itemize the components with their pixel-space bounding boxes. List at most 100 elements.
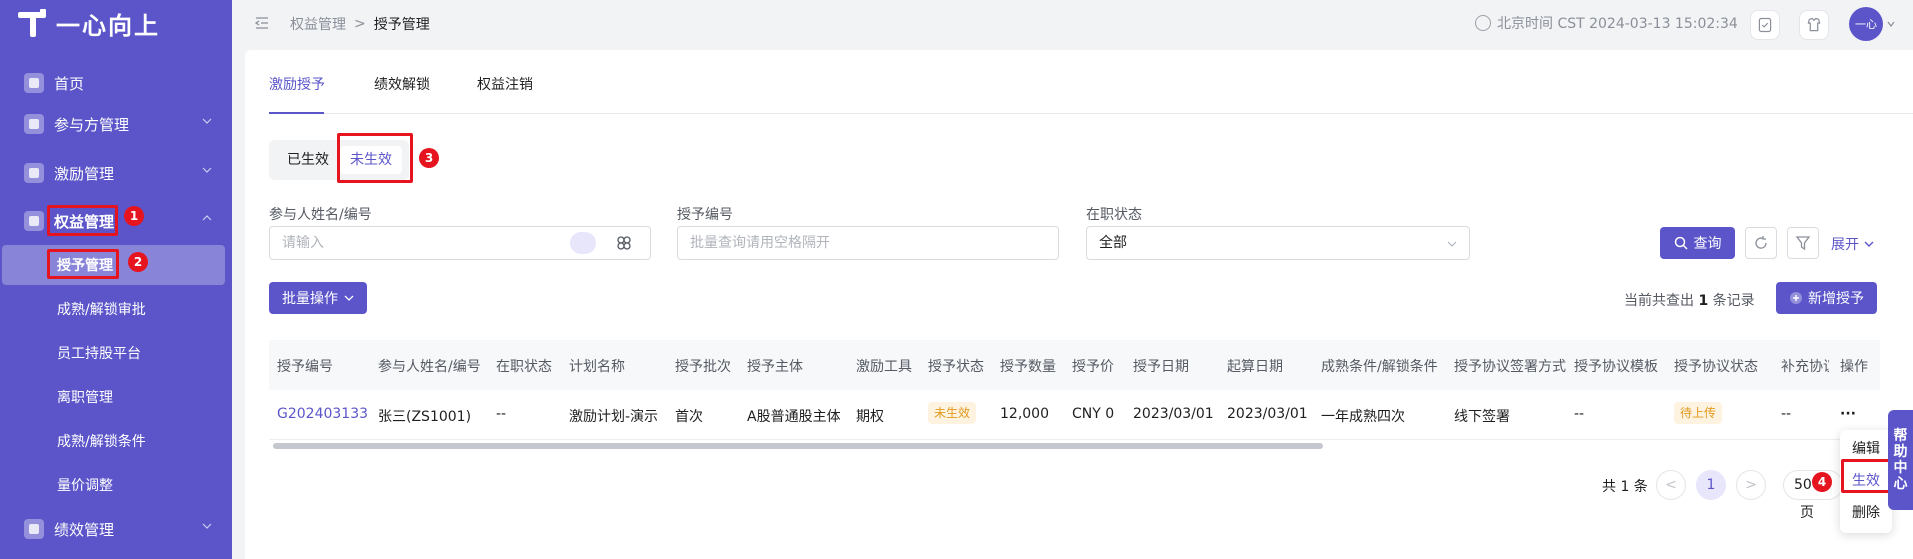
sidebar-item-label: 成熟/解锁条件 (57, 434, 146, 450)
cell-condition: 一年成熟四次 (1321, 409, 1405, 425)
breadcrumb-separator: > (354, 16, 366, 32)
tab-performance-unlock[interactable]: 绩效解锁 (374, 74, 430, 94)
query-button-label: 查询 (1693, 236, 1722, 252)
page-size-suffix: 页 (1800, 505, 1814, 521)
sidebar-item-label: 成熟/解锁审批 (57, 302, 146, 318)
chevron-down-icon (1864, 241, 1874, 247)
employment-label: 在职状态 (1086, 207, 1142, 223)
menu-item-delete[interactable]: 删除 (1840, 502, 1892, 522)
col-tool: 激励工具 (856, 359, 912, 375)
grant-no-label: 授予编号 (677, 207, 733, 223)
theme-button[interactable] (1799, 10, 1829, 40)
tab-incentive-grant[interactable]: 激励授予 (269, 74, 325, 94)
sidebar-item-label: 授予管理 (57, 258, 113, 274)
cell-batch: 首次 (675, 409, 703, 425)
col-employment: 在职状态 (496, 359, 552, 375)
breadcrumb-equity[interactable]: 权益管理 (290, 14, 346, 34)
sidebar-item-participants[interactable]: 参与方管理 (0, 106, 232, 142)
step-badge-3: 3 (419, 148, 439, 168)
link-icon[interactable] (616, 234, 632, 252)
tab-equity-cancel[interactable]: 权益注销 (477, 74, 533, 94)
chevron-down-icon (202, 523, 212, 529)
sidebar-item-resignation[interactable]: 离职管理 (0, 377, 232, 417)
incentive-icon (24, 163, 44, 183)
sidebar-item-label: 参与方管理 (54, 115, 130, 134)
scrollbar-thumb[interactable] (273, 443, 1323, 449)
reset-button[interactable] (1745, 227, 1777, 259)
expand-link[interactable]: 展开 (1831, 234, 1875, 254)
cell-grant-date: 2023/03/01 (1133, 406, 1214, 422)
segment-not-effective[interactable]: 未生效 (340, 146, 402, 174)
fuzzy-search-icon[interactable] (570, 232, 596, 254)
add-grant-button[interactable]: 新增授予 (1776, 282, 1877, 314)
employment-select[interactable]: 全部 (1086, 226, 1470, 260)
logo-icon (18, 9, 46, 37)
status-badge: 未生效 (928, 402, 977, 424)
sidebar-item-performance[interactable]: 绩效管理 (0, 511, 232, 547)
col-grant-date: 授予日期 (1133, 359, 1189, 375)
menu-item-activate[interactable]: 生效 (1840, 470, 1892, 490)
step-badge-1: 1 (124, 206, 144, 226)
sidebar-item-label: 绩效管理 (54, 520, 115, 539)
clipboard-icon (1758, 17, 1772, 33)
grant-no-input[interactable]: 批量查询请用空格隔开 (677, 226, 1059, 260)
pager-next-button[interactable]: > (1736, 470, 1766, 500)
clock: 北京时间 CST 2024-03-13 15:02:34 (1475, 13, 1738, 33)
filter-button[interactable] (1787, 227, 1819, 259)
cell-grant-no[interactable]: G202403133 (277, 406, 368, 422)
avatar[interactable]: 一心 (1849, 7, 1883, 41)
employment-value: 全部 (1099, 235, 1127, 251)
search-icon (1674, 236, 1688, 250)
action-dropdown-menu: 编辑 生效 删除 (1840, 430, 1892, 533)
col-supplement: 补充协议 (1781, 359, 1829, 375)
records-count: 1 (1698, 293, 1709, 309)
performance-icon (24, 519, 44, 539)
batch-operation-button[interactable]: 批量操作 (269, 282, 367, 314)
help-char: 助 (1893, 444, 1908, 460)
participants-icon (24, 114, 44, 134)
sidebar-item-label: 激励管理 (54, 164, 115, 183)
horizontal-scrollbar[interactable] (269, 442, 1880, 450)
sidebar-item-incentive[interactable]: 激励管理 (0, 155, 232, 191)
cell-sign-method: 线下签署 (1454, 409, 1510, 425)
sidebar-item-home[interactable]: 首页 (0, 65, 232, 101)
cell-quantity: 12,000 (1000, 406, 1049, 422)
query-button[interactable]: 查询 (1660, 227, 1735, 259)
records-prefix: 当前共查出 (1624, 293, 1694, 309)
shirt-icon (1807, 17, 1821, 32)
menu-item-edit[interactable]: 编辑 (1840, 438, 1892, 458)
cell-tool: 期权 (856, 409, 884, 425)
breadcrumb: 权益管理 > 授予管理 (290, 14, 430, 34)
segment-effective[interactable]: 已生效 (277, 146, 339, 174)
collapse-menu-icon[interactable] (254, 15, 270, 31)
table-header: 授予编号 参与人姓名/编号 在职状态 计划名称 授予批次 授予主体 激励工具 授… (269, 340, 1880, 390)
home-icon (24, 73, 44, 93)
help-center-tab[interactable]: 帮 助 中 心 (1888, 410, 1913, 510)
sidebar-item-vesting-approval[interactable]: 成熟/解锁审批 (0, 289, 232, 329)
expand-link-label: 展开 (1831, 237, 1859, 253)
sidebar-item-esop-platform[interactable]: 员工持股平台 (0, 333, 232, 373)
pager-total: 共 1 条 (1602, 479, 1648, 495)
plus-circle-icon (1790, 292, 1802, 304)
help-char: 中 (1893, 460, 1908, 476)
col-grant-no: 授予编号 (277, 359, 333, 375)
sidebar-item-vesting-conditions[interactable]: 成熟/解锁条件 (0, 421, 232, 461)
cell-start-date: 2023/03/01 (1227, 406, 1308, 422)
sidebar-item-grant[interactable]: 授予管理 (2, 245, 225, 285)
participant-input[interactable]: 请输入 (269, 226, 651, 260)
chevron-up-icon (202, 215, 212, 221)
cell-participant: 张三(ZS1001) (378, 409, 472, 425)
step-badge-4: 4 (1812, 472, 1832, 492)
sidebar-item-price-adjust[interactable]: 量价调整 (0, 465, 232, 505)
help-char: 心 (1893, 476, 1908, 492)
more-actions-button[interactable]: ··· (1840, 406, 1856, 422)
task-button[interactable] (1750, 10, 1780, 40)
pager-prev-button[interactable]: < (1656, 470, 1686, 500)
pager-page-1[interactable]: 1 (1696, 470, 1726, 500)
sidebar-item-equity[interactable]: 权益管理 (0, 203, 232, 239)
sidebar-item-label: 员工持股平台 (57, 346, 141, 362)
chevron-down-icon[interactable] (1887, 20, 1895, 28)
brand-logo[interactable]: 一心向上 (18, 8, 160, 40)
chevron-down-icon (202, 167, 212, 173)
tab-bar: 激励授予 绩效解锁 权益注销 (269, 74, 1913, 114)
